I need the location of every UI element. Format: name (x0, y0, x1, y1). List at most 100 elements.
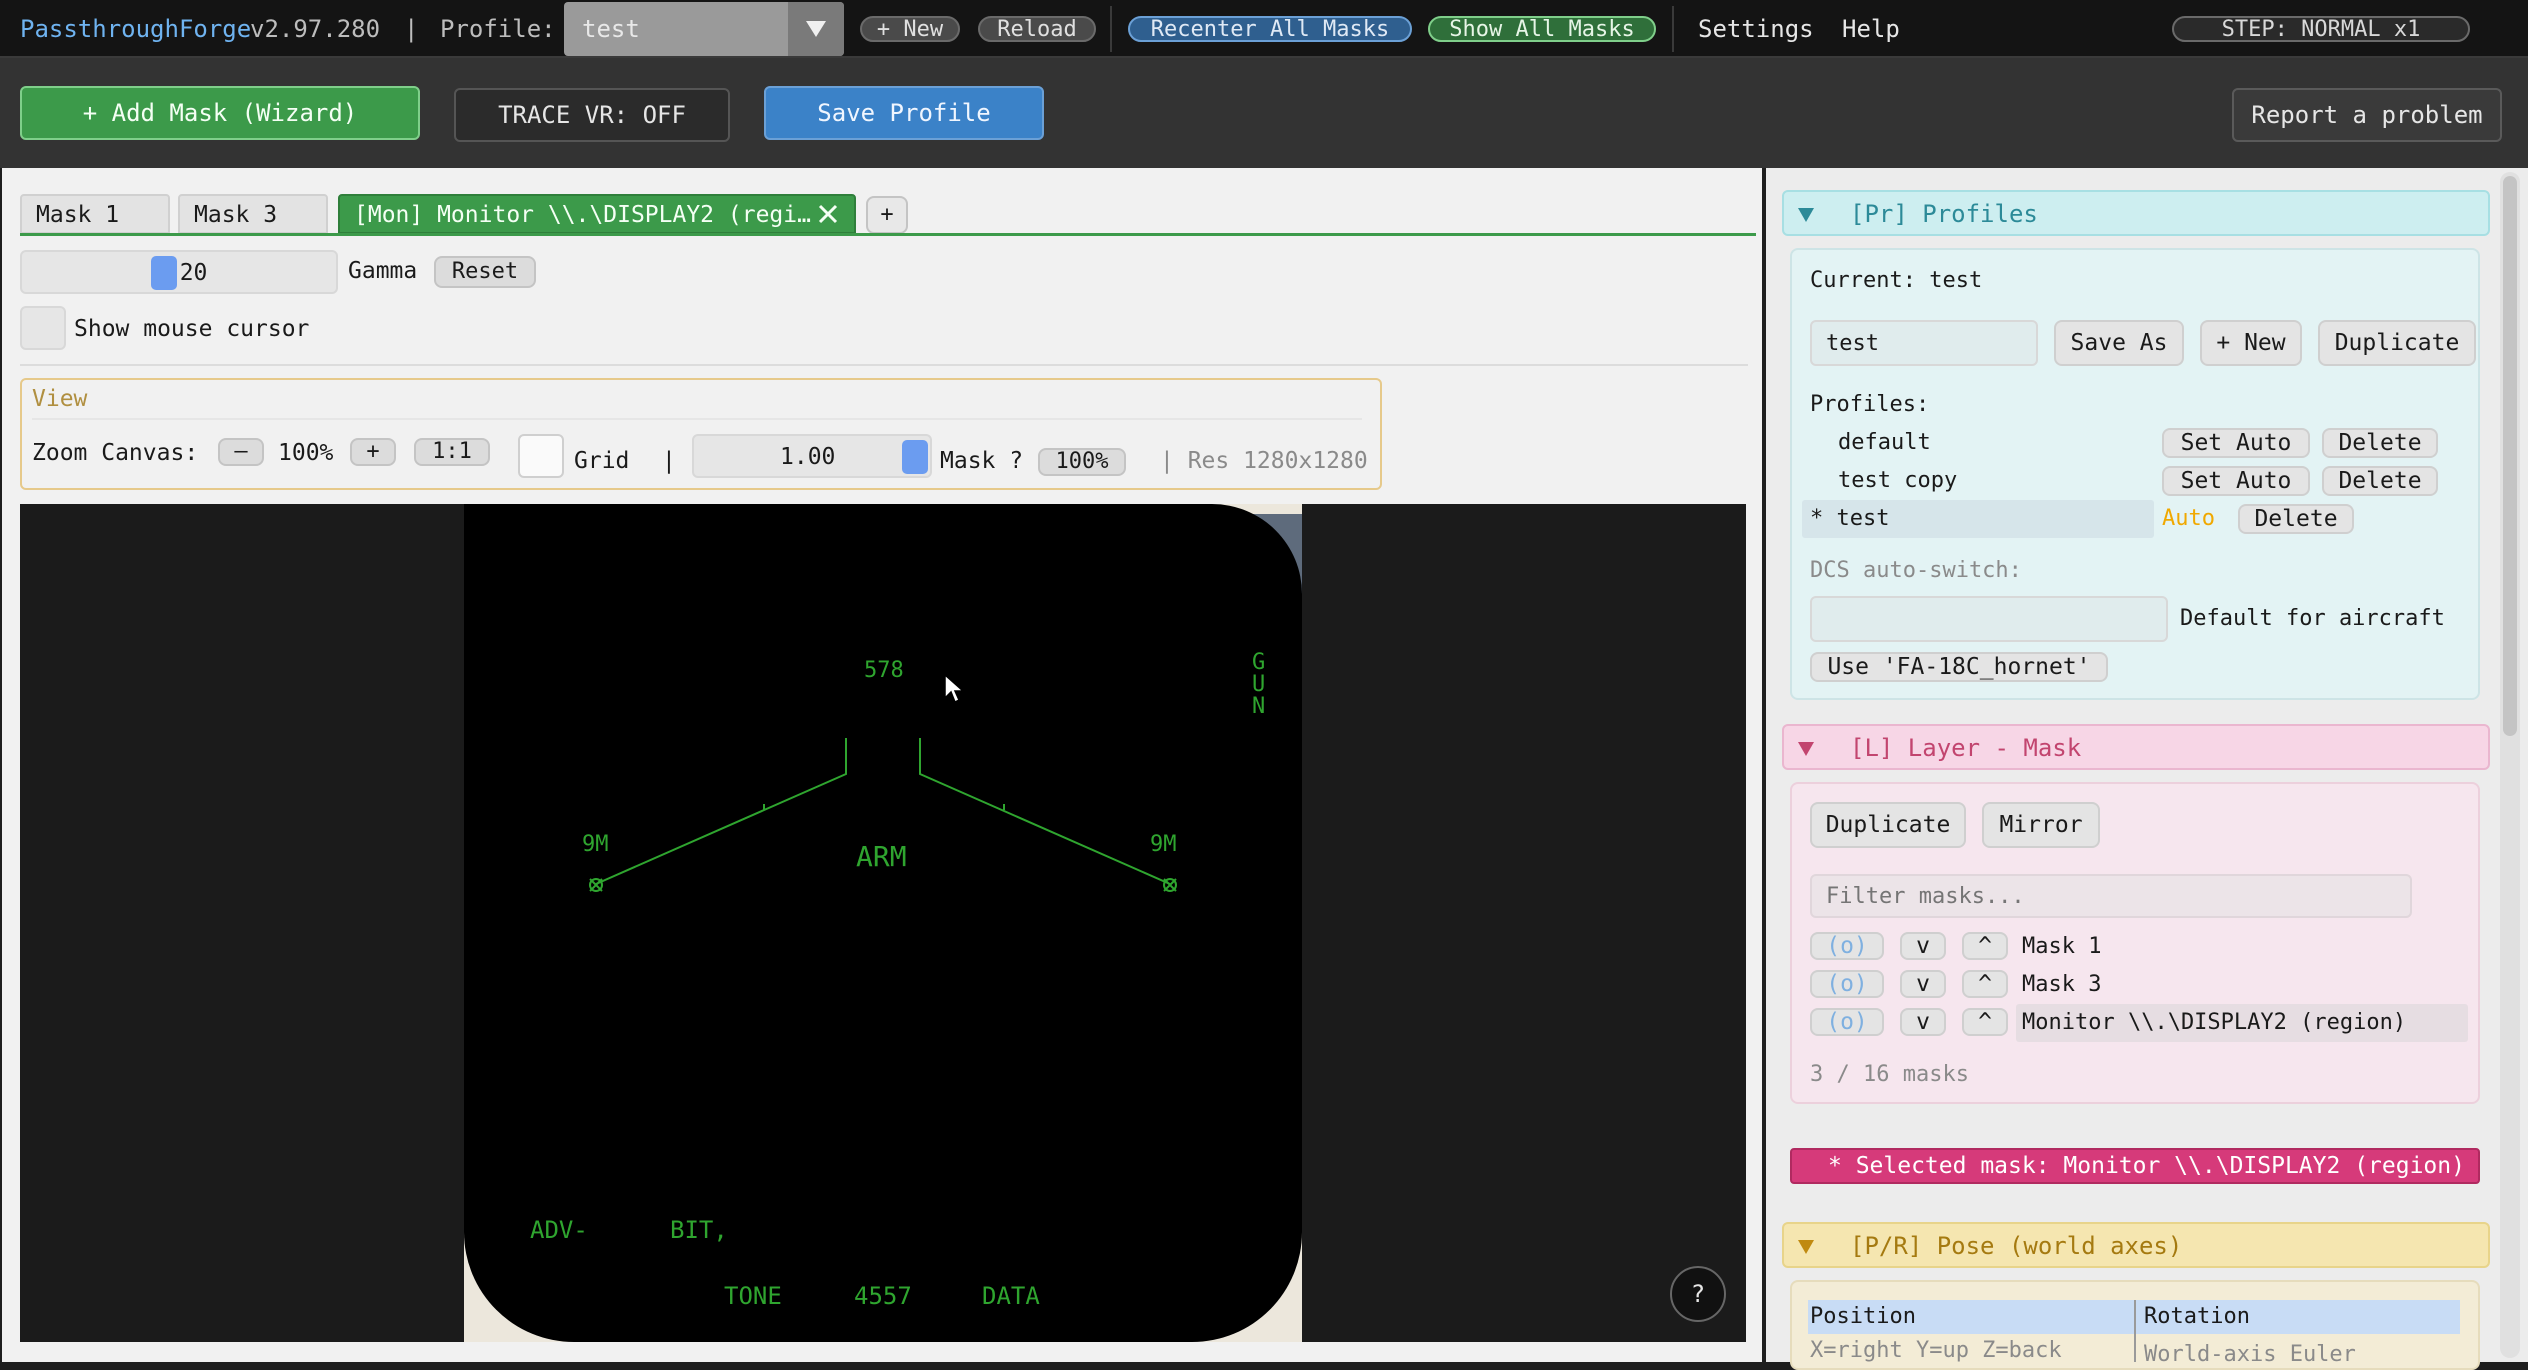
zoom-1to1-button[interactable]: 1:1 (414, 438, 490, 466)
profile-row-test-copy[interactable]: test copy Set Auto Delete (1810, 462, 2470, 498)
profile-row-default[interactable]: default Set Auto Delete (1810, 424, 2470, 460)
set-auto-button[interactable]: Set Auto (2162, 428, 2310, 458)
resolution-label: | Res 1280x1280 (1160, 448, 1368, 474)
menu-settings[interactable]: Settings (1698, 0, 1814, 58)
help-button[interactable]: ? (1670, 1266, 1726, 1322)
menu-divider (1110, 6, 1112, 52)
visibility-toggle[interactable]: (o) (1810, 1008, 1884, 1036)
filter-masks-input[interactable] (1810, 874, 2412, 918)
duplicate-mask-button[interactable]: Duplicate (1810, 802, 1966, 848)
hud-arm: ARM (856, 840, 907, 873)
profile-name-value: test (1826, 331, 1879, 356)
mask-row-name: Mask 3 (2022, 972, 2102, 997)
mask-label: Mask ? (940, 448, 1024, 474)
mirror-mask-button[interactable]: Mirror (1982, 802, 2100, 848)
duplicate-profile-button[interactable]: Duplicate (2318, 320, 2476, 366)
reload-button[interactable]: Reload (978, 16, 1096, 42)
gamma-label: Gamma (348, 258, 418, 284)
save-as-button[interactable]: Save As (2054, 320, 2184, 366)
zoom-value: 100% (278, 440, 334, 466)
mask-percent-button[interactable]: 100% (1038, 448, 1126, 476)
grid-checkbox[interactable] (518, 434, 564, 478)
recenter-all-masks-button[interactable]: Recenter All Masks (1128, 16, 1412, 42)
mask-opacity-slider[interactable]: 1.00 (692, 434, 932, 478)
divider (20, 364, 1748, 366)
profile-row-test[interactable]: * test Auto Delete (1810, 500, 2470, 538)
profiles-list-label: Profiles: (1810, 392, 1930, 417)
menu-help[interactable]: Help (1842, 0, 1900, 58)
visibility-toggle[interactable]: (o) (1810, 970, 1884, 998)
save-profile-button[interactable]: Save Profile (764, 86, 1044, 140)
view-divider (32, 418, 1362, 420)
pose-section-header[interactable]: [P/R] Pose (world axes) (1782, 1222, 2490, 1268)
new-profile-button[interactable]: + New (860, 16, 960, 42)
profile-dropdown-value: test (582, 15, 640, 43)
profiles-header-label: [Pr] Profiles (1850, 200, 2038, 228)
collapse-arrow-icon (1798, 1240, 1814, 1254)
hud-bit: BIT, (670, 1216, 728, 1244)
visibility-toggle[interactable]: (o) (1810, 932, 1884, 960)
dcs-auto-switch-label: DCS auto-switch: (1810, 558, 2022, 583)
zoom-in-button[interactable]: + (350, 438, 396, 466)
tab-monitor-display2[interactable]: [Mon] Monitor \\.\DISPLAY2 (regi… (338, 194, 856, 234)
move-up-button[interactable]: ^ (1962, 932, 2008, 960)
app-version: v2.97.280 (250, 15, 381, 43)
trace-vr-toggle[interactable]: TRACE VR: OFF (454, 88, 730, 142)
move-down-button[interactable]: v (1900, 932, 1946, 960)
position-hint: X=right Y=up Z=back (1810, 1338, 2062, 1363)
delete-profile-button[interactable]: Delete (2322, 428, 2438, 458)
mask-row-monitor[interactable]: (o) v ^ Monitor \\.\DISPLAY2 (region) (1810, 1004, 2470, 1042)
zoom-out-button[interactable]: – (218, 438, 264, 466)
hud-tone: TONE (724, 1282, 782, 1310)
mask-row-mask-1[interactable]: (o) v ^ Mask 1 (1810, 928, 2470, 964)
mouse-cursor-icon (944, 674, 964, 704)
report-problem-button[interactable]: Report a problem (2232, 88, 2502, 142)
chevron-down-icon (806, 21, 826, 37)
profiles-section-header[interactable]: [Pr] Profiles (1782, 190, 2490, 236)
hud-data: DATA (982, 1282, 1040, 1310)
current-profile-label: Current: test (1810, 268, 1983, 293)
new-profile-panel-button[interactable]: + New (2200, 320, 2302, 366)
move-down-button[interactable]: v (1900, 970, 1946, 998)
profile-row-name: default (1838, 430, 1931, 455)
hud-airspeed: 578 (864, 658, 904, 683)
delete-profile-button[interactable]: Delete (2322, 466, 2438, 496)
gamma-slider-handle[interactable] (150, 256, 177, 290)
hud-left-9m: 9M (582, 832, 609, 857)
hud-gun: G U N (1252, 650, 1266, 719)
hud-right-9m: 9M (1150, 832, 1177, 857)
gamma-slider[interactable]: 2.20 (20, 250, 338, 294)
add-mask-wizard-button[interactable]: + Add Mask (Wizard) (20, 86, 420, 140)
close-tab-icon[interactable] (816, 202, 840, 226)
mask-opacity-value: 1.00 (780, 444, 836, 470)
position-column-header: Position (1810, 1304, 1916, 1329)
add-tab-button[interactable]: + (866, 196, 908, 234)
view-title: View (32, 386, 88, 412)
show-cursor-checkbox[interactable] (20, 306, 66, 350)
profile-dropdown[interactable]: test (564, 2, 844, 56)
rotation-hint: World-axis Euler (2144, 1342, 2356, 1367)
layer-section-header[interactable]: [L] Layer - Mask (1782, 724, 2490, 770)
tab-mask-1[interactable]: Mask 1 (20, 194, 170, 234)
tab-mask-3[interactable]: Mask 3 (178, 194, 328, 234)
move-down-button[interactable]: v (1900, 1008, 1946, 1036)
mask-row-mask-3[interactable]: (o) v ^ Mask 3 (1810, 966, 2470, 1002)
panel-scrollbar[interactable] (2500, 172, 2520, 1358)
gamma-reset-button[interactable]: Reset (434, 256, 536, 288)
scrollbar-thumb[interactable] (2503, 176, 2517, 736)
hud-symbology (589, 738, 1177, 892)
pose-header-label: [P/R] Pose (world axes) (1850, 1232, 2183, 1260)
move-up-button[interactable]: ^ (1962, 970, 2008, 998)
mask-count-label: 3 / 16 masks (1810, 1062, 1969, 1087)
set-auto-button[interactable]: Set Auto (2162, 466, 2310, 496)
mask-opacity-handle[interactable] (902, 440, 928, 474)
dropdown-arrow-button[interactable] (788, 2, 844, 56)
menu-bar: PassthroughForge v2.97.280 | Profile: te… (0, 0, 2528, 58)
show-all-masks-button[interactable]: Show All Masks (1428, 16, 1656, 42)
move-up-button[interactable]: ^ (1962, 1008, 2008, 1036)
delete-profile-button[interactable]: Delete (2238, 504, 2354, 534)
profile-label: Profile: (440, 15, 556, 43)
profile-name-input[interactable]: test (1810, 320, 2038, 366)
use-aircraft-button[interactable]: Use 'FA-18C_hornet' (1810, 652, 2108, 682)
dcs-aircraft-input[interactable] (1810, 596, 2168, 642)
